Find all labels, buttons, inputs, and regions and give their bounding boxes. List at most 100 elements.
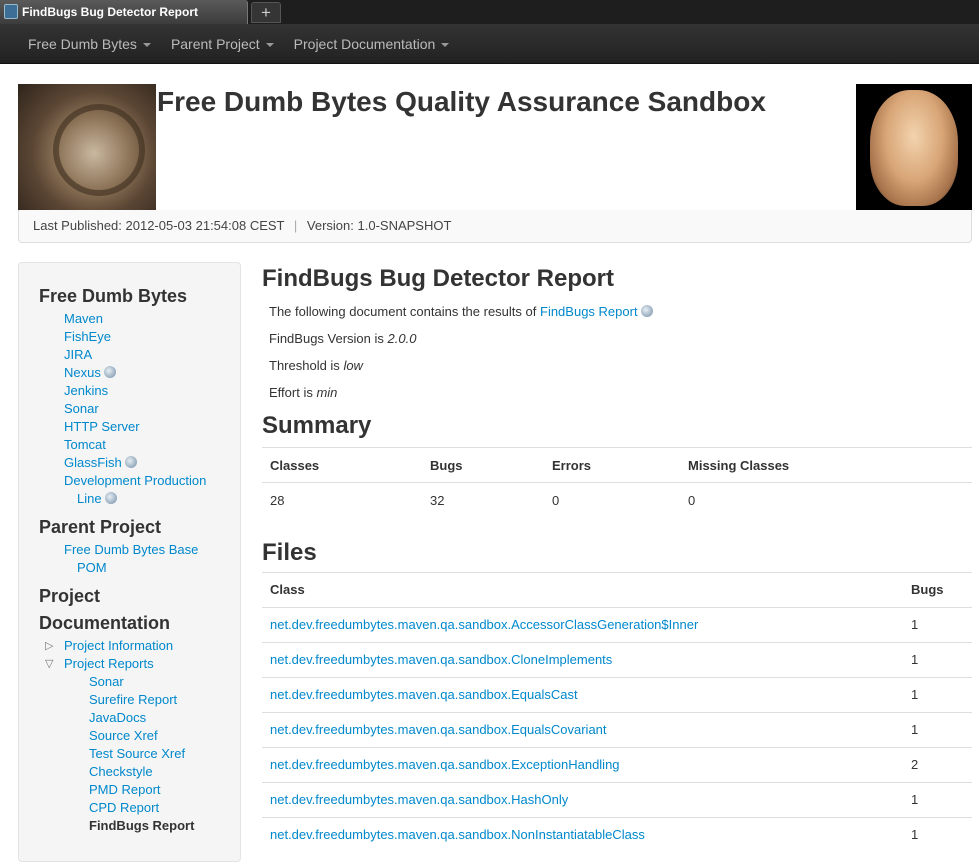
nav-label: Free Dumb Bytes — [28, 36, 137, 52]
nav-label: Project Documentation — [293, 36, 436, 52]
nav-label: Parent Project — [170, 36, 260, 52]
sidebar-item-test-source-xref[interactable]: Test Source Xref — [89, 746, 185, 761]
sidebar-item-cpd-report[interactable]: CPD Report — [89, 800, 159, 815]
sidebar-heading-free-dumb-bytes: Free Dumb Bytes — [39, 286, 188, 306]
summary-table: Classes Bugs Errors Missing Classes 28 3… — [262, 447, 972, 518]
sidebar-item-glassfish[interactable]: GlassFish — [64, 455, 122, 470]
intro-text: The following document contains the resu… — [269, 303, 972, 321]
sidebar-item-jira[interactable]: JIRA — [64, 347, 92, 362]
version-label: FindBugs Version is — [269, 331, 384, 346]
main-content: FindBugs Bug Detector Report The followi… — [262, 262, 972, 852]
sidebar-item-checkstyle[interactable]: Checkstyle — [89, 764, 153, 779]
nav-parent-project[interactable]: Parent Project — [161, 24, 284, 64]
file-bug-count: 1 — [903, 606, 972, 642]
caret-down-icon — [441, 43, 450, 48]
browser-tabstrip: FindBugs Bug Detector Report + — [0, 0, 979, 24]
triangle-right-icon[interactable]: ▷ — [45, 637, 53, 655]
files-header-class: Class — [262, 571, 903, 607]
table-row: net.dev.freedumbytes.maven.qa.sandbox.Cl… — [262, 641, 972, 677]
sidebar-item-javadocs[interactable]: JavaDocs — [89, 710, 146, 725]
threshold-label: Threshold is — [269, 358, 340, 373]
file-class-link[interactable]: net.dev.freedumbytes.maven.qa.sandbox.No… — [270, 827, 645, 842]
effort: Effort is min — [269, 384, 972, 402]
site-banner: Free Dumb Bytes Quality Assurance Sandbo… — [18, 84, 972, 210]
external-link-icon — [103, 366, 116, 378]
summary-heading: Summary — [262, 412, 372, 439]
sidebar-item-tomcat[interactable]: Tomcat — [64, 437, 106, 452]
project-version: Version: 1.0-SNAPSHOT — [306, 218, 452, 233]
file-class-link[interactable]: net.dev.freedumbytes.maven.qa.sandbox.Eq… — [270, 722, 607, 737]
site-title: Free Dumb Bytes Quality Assurance Sandbo… — [157, 86, 766, 117]
file-class-link[interactable]: net.dev.freedumbytes.maven.qa.sandbox.Ac… — [270, 617, 698, 632]
triangle-down-icon[interactable]: ▽ — [45, 655, 53, 673]
findbugs-report-link[interactable]: FindBugs Report — [540, 304, 638, 319]
file-class-link[interactable]: net.dev.freedumbytes.maven.qa.sandbox.Ex… — [270, 757, 620, 772]
sidebar-item-fisheye[interactable]: FishEye — [64, 329, 111, 344]
summary-missing-classes: 0 — [680, 482, 972, 518]
threshold: Threshold is low — [269, 357, 972, 375]
tab-title: FindBugs Bug Detector Report — [22, 5, 198, 19]
summary-header-classes: Classes — [262, 447, 422, 483]
table-row: net.dev.freedumbytes.maven.qa.sandbox.Ex… — [262, 746, 972, 782]
table-row: net.dev.freedumbytes.maven.qa.sandbox.Ha… — [262, 781, 972, 817]
threshold-value: low — [343, 358, 363, 373]
sidebar: Free Dumb Bytes Maven FishEye JIRA Nexus… — [18, 262, 241, 862]
sidebar-item-line[interactable]: Line — [77, 491, 102, 506]
summary-errors: 0 — [544, 482, 680, 518]
summary-header-missing-classes: Missing Classes — [680, 447, 972, 483]
summary-header-errors: Errors — [544, 447, 680, 483]
table-row: net.dev.freedumbytes.maven.qa.sandbox.Eq… — [262, 676, 972, 712]
sidebar-item-source-xref[interactable]: Source Xref — [89, 728, 158, 743]
file-bug-count: 1 — [903, 816, 972, 852]
sidebar-item-free-dumb-bytes-base[interactable]: Free Dumb Bytes Base — [64, 542, 198, 557]
sidebar-item-project-reports[interactable]: Project Reports — [64, 656, 154, 671]
version-value: 2.0.0 — [387, 331, 417, 346]
files-header-bugs: Bugs — [903, 571, 972, 607]
table-row: net.dev.freedumbytes.maven.qa.sandbox.Eq… — [262, 711, 972, 747]
sidebar-item-surefire-report[interactable]: Surefire Report — [89, 692, 177, 707]
top-navbar: Free Dumb Bytes Parent Project Project D… — [0, 24, 979, 64]
sidebar-item-sonar[interactable]: Sonar — [64, 401, 99, 416]
file-class-link[interactable]: net.dev.freedumbytes.maven.qa.sandbox.Ha… — [270, 792, 568, 807]
summary-classes: 28 — [262, 482, 422, 518]
caret-down-icon — [265, 43, 274, 48]
sidebar-item-http-server[interactable]: HTTP Server — [64, 419, 140, 434]
page-title: FindBugs Bug Detector Report — [262, 265, 614, 292]
file-class-link[interactable]: net.dev.freedumbytes.maven.qa.sandbox.Eq… — [270, 687, 578, 702]
breadcrumb: Last Published: 2012-05-03 21:54:08 CEST… — [18, 210, 972, 243]
heading-line: Project — [39, 586, 101, 606]
janus-head-image — [870, 90, 958, 206]
nav-project-documentation[interactable]: Project Documentation — [284, 24, 460, 64]
page-favicon-icon — [4, 4, 18, 19]
sidebar-heading-parent-project: Parent Project — [39, 517, 162, 537]
sidebar-heading-project-documentation: Project Documentation — [39, 583, 240, 637]
new-tab-button[interactable]: + — [251, 2, 281, 23]
file-bug-count: 1 — [903, 781, 972, 817]
sidebar-item-findbugs-report: FindBugs Report — [89, 818, 195, 833]
browser-tab[interactable]: FindBugs Bug Detector Report — [0, 0, 248, 24]
sidebar-item-jenkins[interactable]: Jenkins — [64, 383, 108, 398]
caret-down-icon — [142, 43, 151, 48]
summary-header-bugs: Bugs — [422, 447, 544, 483]
sidebar-item-pom[interactable]: POM — [77, 560, 107, 575]
right-banner-image[interactable] — [856, 84, 972, 210]
sidebar-item-nexus[interactable]: Nexus — [64, 365, 101, 380]
sidebar-item-sonar-report[interactable]: Sonar — [89, 674, 124, 689]
table-row: net.dev.freedumbytes.maven.qa.sandbox.Ac… — [262, 606, 972, 642]
nav-free-dumb-bytes[interactable]: Free Dumb Bytes — [18, 24, 161, 64]
file-bug-count: 1 — [903, 676, 972, 712]
external-link-icon — [640, 305, 653, 317]
sidebar-item-maven[interactable]: Maven — [64, 311, 103, 326]
sidebar-item-project-information[interactable]: Project Information — [64, 638, 173, 653]
file-bug-count: 2 — [903, 746, 972, 782]
findbugs-version: FindBugs Version is 2.0.0 — [269, 330, 972, 348]
external-link-icon — [124, 456, 137, 468]
sidebar-item-pmd-report[interactable]: PMD Report — [89, 782, 161, 797]
intro-label: The following document contains the resu… — [269, 304, 537, 319]
file-class-link[interactable]: net.dev.freedumbytes.maven.qa.sandbox.Cl… — [270, 652, 612, 667]
heading-line: Documentation — [39, 613, 171, 633]
sidebar-item-development-production[interactable]: Development Production — [64, 473, 206, 488]
left-banner-image[interactable] — [18, 84, 156, 210]
file-bug-count: 1 — [903, 711, 972, 747]
files-table: Class Bugs net.dev.freedumbytes.maven.qa… — [262, 571, 972, 852]
